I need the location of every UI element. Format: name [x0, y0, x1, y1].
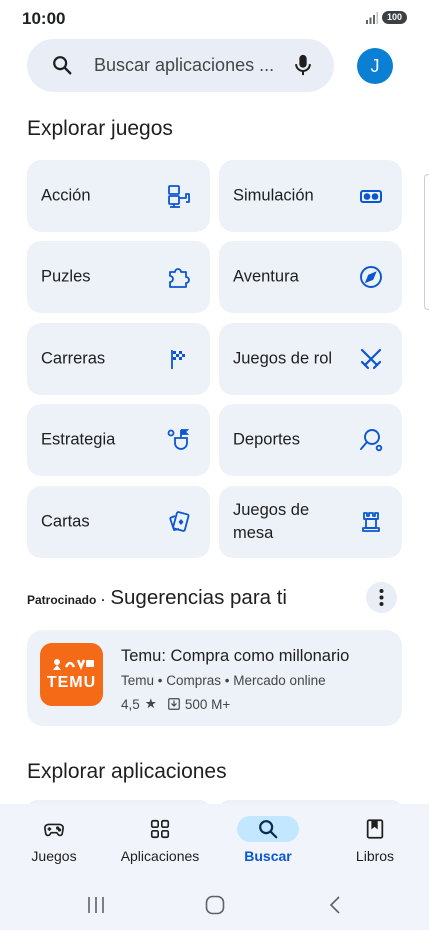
status-bar: 10:00 100 [0, 0, 429, 38]
category-estrategia[interactable]: Estrategia [27, 404, 210, 476]
book-icon [366, 819, 384, 839]
temu-app-icon: TEMU [40, 643, 103, 706]
app-name: Temu: Compra como millonario [121, 647, 350, 665]
crossed-swords-icon [358, 346, 384, 372]
compass-icon [358, 264, 384, 290]
category-aventura[interactable]: Aventura [219, 241, 402, 313]
app-developer: Temu [121, 673, 155, 688]
system-navigation-bar [0, 880, 429, 930]
strategy-flag-icon [166, 427, 192, 453]
status-time: 10:00 [22, 9, 66, 28]
gamepad-icon [44, 823, 64, 837]
signal-icon [366, 11, 378, 24]
category-label: Juegos de rol [233, 349, 333, 368]
nav-icon-container [23, 816, 85, 842]
separator-dot: • [224, 673, 234, 688]
temu-logo-shapes-icon [53, 659, 94, 671]
app-category: Compras [166, 673, 222, 688]
bottom-navigation: Juegos Aplicaciones Buscar Libros [0, 804, 429, 880]
category-label: Acción [41, 186, 91, 205]
nav-item-juegos[interactable]: Juegos [4, 804, 104, 880]
search-icon [53, 56, 72, 75]
puzzle-piece-icon [166, 264, 192, 290]
app-tag: Mercado online [233, 673, 326, 688]
suggestions-header: Patrocinado · Sugerencias para ti [27, 586, 287, 610]
app-downloads: 500 M+ [184, 696, 231, 712]
category-puzles[interactable]: Puzles [27, 241, 210, 313]
category-juegos-de-rol[interactable]: Juegos de rol [219, 323, 402, 395]
separator-dot: · [101, 593, 106, 607]
games-section-title: Explorar juegos [27, 117, 173, 140]
app-stats: 4,5 ★ 500 M+ [121, 696, 230, 712]
category-label: Puzles [41, 267, 91, 286]
category-carreras[interactable]: Carreras [27, 323, 210, 395]
app-card-temu[interactable]: TEMU Temu: Compra como millonario Temu •… [27, 630, 402, 726]
microphone-icon[interactable] [292, 53, 314, 77]
avatar[interactable]: J [357, 48, 393, 84]
back-icon[interactable] [324, 894, 348, 916]
nav-item-buscar[interactable]: Buscar [218, 804, 318, 880]
category-deportes[interactable]: Deportes [219, 404, 402, 476]
more-options-button[interactable] [366, 582, 397, 613]
chess-rook-icon [358, 509, 384, 535]
nav-icon-container-active [237, 816, 299, 842]
category-juegos-de-mesa[interactable]: Juegos de mesa [219, 486, 402, 558]
checkered-flag-icon [166, 346, 192, 372]
status-indicators: 100 [366, 11, 407, 24]
category-simulacion[interactable]: Simulación [219, 160, 402, 232]
scroll-handle[interactable] [424, 174, 429, 310]
category-cartas[interactable]: Cartas [27, 486, 210, 558]
nav-label: Aplicaciones [120, 848, 200, 864]
search-icon [259, 820, 278, 839]
download-icon [168, 698, 180, 710]
sponsored-label: Patrocinado [27, 593, 97, 607]
category-label: Cartas [41, 512, 90, 531]
playing-cards-icon [166, 509, 192, 535]
app-rating: 4,5 [121, 696, 140, 712]
nav-item-libros[interactable]: Libros [325, 804, 425, 880]
more-vert-icon [379, 589, 384, 606]
category-label: Carreras [41, 349, 106, 368]
helicopter-icon [166, 183, 192, 209]
vr-headset-icon [358, 183, 384, 209]
nav-icon-container [344, 816, 406, 842]
racket-icon [358, 427, 384, 453]
star-icon: ★ [144, 696, 157, 711]
category-label: Estrategia [41, 430, 116, 449]
category-label: Aventura [233, 267, 299, 286]
nav-label: Buscar [244, 848, 292, 864]
temu-logo-text: TEMU [46, 674, 97, 691]
suggestions-title: Sugerencias para ti [110, 586, 287, 609]
search-input[interactable]: Buscar aplicaciones ... [94, 55, 274, 76]
home-icon[interactable] [203, 894, 227, 916]
battery-icon: 100 [382, 11, 407, 24]
recent-apps-icon[interactable] [84, 894, 108, 916]
separator-dot: • [157, 673, 167, 688]
category-label: Deportes [233, 430, 300, 449]
search-bar[interactable]: Buscar aplicaciones ... [27, 39, 334, 92]
apps-grid-icon [150, 819, 170, 839]
apps-section-title: Explorar aplicaciones [27, 760, 227, 783]
app-meta: Temu • Compras • Mercado online [121, 673, 326, 688]
nav-label: Juegos [31, 848, 77, 864]
category-label: Juegos de mesa [233, 501, 310, 542]
nav-icon-container [129, 816, 191, 842]
nav-label: Libros [355, 848, 395, 864]
category-accion[interactable]: Acción [27, 160, 210, 232]
nav-item-aplicaciones[interactable]: Aplicaciones [110, 804, 210, 880]
category-label: Simulación [233, 186, 314, 205]
